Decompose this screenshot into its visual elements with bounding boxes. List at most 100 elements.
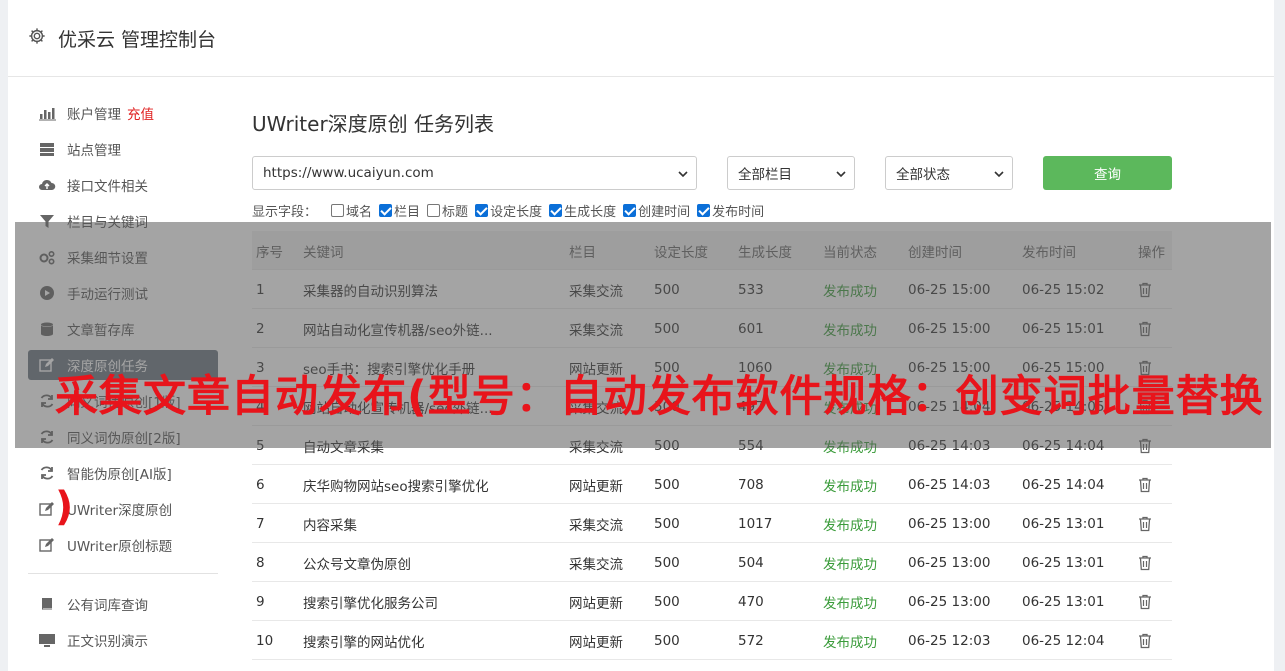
status-select-value: 全部状态 (896, 167, 950, 183)
table-cell: 06-25 13:01 (1022, 593, 1105, 610)
sidebar-item-label: UWriter原创标题 (67, 539, 173, 555)
field-checkbox-6[interactable]: 发布时间 (697, 201, 764, 220)
checkbox-label: 栏目 (394, 204, 421, 220)
watermark-text: 采集文章自动发布(型号：自动发布软件规格：创变词批量替换 (55, 372, 1264, 422)
sidebar-item-label: 接口文件相关 (67, 179, 148, 195)
table-cell: 8 (256, 554, 265, 571)
sidebar-item-12[interactable]: UWriter原创标题 (28, 527, 218, 563)
sidebar-item-b1[interactable]: 正文识别演示 (28, 622, 218, 658)
checkbox-label: 创建时间 (638, 204, 691, 220)
table-cell: 网站更新 (569, 595, 623, 612)
table-cell: 500 (654, 632, 680, 649)
checkbox[interactable] (549, 203, 563, 217)
site-select[interactable]: https://www.ucaiyun.com (252, 156, 697, 190)
trash-icon[interactable] (1138, 594, 1152, 610)
book-icon (42, 598, 52, 610)
status-badge: 发布成功 (823, 517, 877, 534)
checkbox-label: 设定长度 (490, 204, 543, 220)
table-cell: 500 (654, 515, 680, 532)
sidebar-item-label: 智能伪原创[AI版] (67, 467, 172, 483)
site-select-value: https://www.ucaiyun.com (263, 165, 434, 181)
sidebar-item-label: 公有词库查询 (67, 598, 148, 614)
table-cell: 06-25 13:00 (908, 593, 991, 610)
refresh-icon (40, 466, 54, 480)
checkbox[interactable] (623, 203, 637, 217)
status-badge: 发布成功 (823, 478, 877, 495)
table-cell: 572 (738, 632, 764, 649)
table-row: 9 搜索引擎优化服务公司 网站更新 500 470 发布成功 06-25 13:00 06-2… (252, 582, 1172, 621)
table-cell: 06-25 12:04 (1022, 632, 1105, 649)
sidebar-item-1[interactable]: 站点管理 (28, 131, 218, 167)
field-checkbox-2[interactable]: 标题 (427, 201, 468, 220)
status-badge: 发布成功 (823, 556, 877, 573)
query-button[interactable]: 查询 (1043, 156, 1172, 190)
filter-bar: https://www.ucaiyun.com 全部栏目 全部状态 查询 (252, 156, 1172, 190)
sidebar-item-label: 站点管理 (67, 143, 121, 159)
delete-button[interactable] (1138, 543, 1172, 582)
sidebar-item-b0[interactable]: 公有词库查询 (28, 586, 218, 622)
status-select[interactable]: 全部状态 (885, 156, 1013, 190)
checkbox[interactable] (427, 203, 441, 217)
checkbox[interactable] (331, 203, 345, 217)
checkbox-label: 生成长度 (564, 204, 617, 220)
table-cell: 网站更新 (569, 634, 623, 651)
display-fields-label: 显示字段： (252, 204, 318, 220)
edit-icon (39, 502, 54, 516)
checkbox[interactable] (697, 203, 711, 217)
table-row: 10 搜索引擎的网站优化 网站更新 500 572 发布成功 06-25 12:03 06-2… (252, 621, 1172, 660)
checkbox[interactable] (379, 203, 393, 217)
app-title: 优采云 管理控制台 (58, 29, 217, 51)
monitor-icon (39, 634, 55, 647)
table-cell: 500 (654, 476, 680, 493)
sidebar-item-0[interactable]: 账户管理 充值 (28, 95, 218, 131)
main-content: UWriter深度原创 任务列表 https://www.ucaiyun.com… (252, 100, 1172, 660)
edit-icon (39, 538, 54, 552)
sidebar-item-label: UWriter深度原创 (67, 503, 173, 519)
gear-icon (29, 28, 45, 44)
table-cell: 搜索引擎优化服务公司 (303, 595, 438, 612)
table-cell: 7 (256, 515, 265, 532)
table-cell: 1017 (738, 515, 773, 532)
field-checkbox-3[interactable]: 设定长度 (475, 201, 542, 220)
field-checkbox-4[interactable]: 生成长度 (549, 201, 616, 220)
table-cell: 06-25 13:00 (908, 554, 991, 571)
server-icon (40, 143, 54, 156)
delete-button[interactable] (1138, 621, 1172, 660)
table-cell: 公众号文章伪原创 (303, 556, 411, 573)
table-cell: 470 (738, 593, 764, 610)
column-select[interactable]: 全部栏目 (727, 156, 855, 190)
table-cell: 708 (738, 476, 764, 493)
top-header: 优采云 管理控制台 (8, 0, 1274, 77)
trash-icon[interactable] (1138, 477, 1152, 493)
table-cell: 庆华购物网站seo搜索引擎优化 (303, 478, 489, 495)
table-cell: 9 (256, 593, 265, 610)
checkbox[interactable] (475, 203, 489, 217)
table-cell: 采集交流 (569, 556, 623, 573)
page-title: UWriter深度原创 任务列表 (252, 112, 495, 136)
cloud-upload-icon (39, 179, 56, 190)
table-cell: 10 (256, 632, 274, 649)
table-cell: 06-25 13:01 (1022, 515, 1105, 532)
table-cell: 网站更新 (569, 478, 623, 495)
field-checkbox-1[interactable]: 栏目 (379, 201, 420, 220)
delete-button[interactable] (1138, 504, 1172, 543)
table-cell: 搜索引擎的网站优化 (303, 634, 425, 651)
sidebar-item-2[interactable]: 接口文件相关 (28, 167, 218, 203)
delete-button[interactable] (1138, 582, 1172, 621)
checkbox-label: 域名 (346, 204, 373, 220)
table-cell: 504 (738, 554, 764, 571)
field-checkbox-0[interactable]: 域名 (331, 201, 372, 220)
chevron-down-icon (678, 171, 688, 178)
table-row: 6 庆华购物网站seo搜索引擎优化 网站更新 500 708 发布成功 06-25 14:0… (252, 465, 1172, 504)
trash-icon[interactable] (1138, 516, 1152, 532)
table-cell: 6 (256, 476, 265, 493)
field-checkbox-5[interactable]: 创建时间 (623, 201, 690, 220)
table-cell: 06-25 13:01 (1022, 554, 1105, 571)
display-fields: 显示字段： 域名 栏目 标题 设定长度 生成长度 创建时间 发布时间 (252, 201, 771, 220)
recharge-link[interactable]: 充值 (127, 103, 154, 123)
delete-button[interactable] (1138, 465, 1172, 504)
trash-icon[interactable] (1138, 633, 1152, 649)
trash-icon[interactable] (1138, 555, 1152, 571)
column-select-value: 全部栏目 (738, 167, 792, 183)
table-cell: 500 (654, 593, 680, 610)
